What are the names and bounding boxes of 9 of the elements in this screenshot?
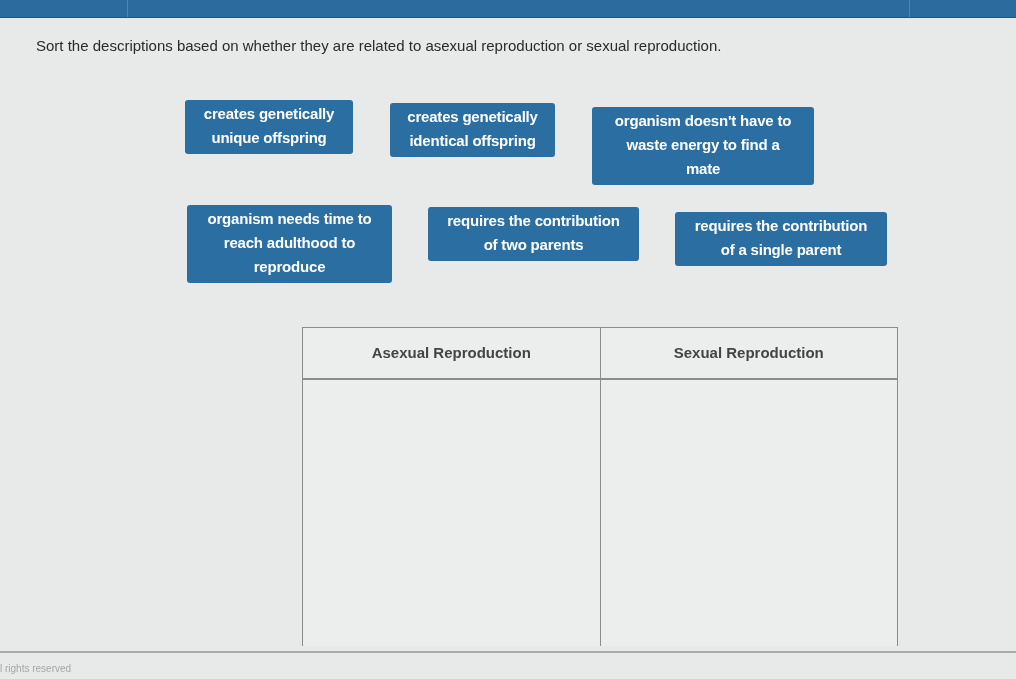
drag-tile[interactable]: organism needs time to reach adulthood to reproduce [187, 205, 392, 283]
drag-tile[interactable]: requires the contribution of a single parent [675, 212, 887, 266]
column-header: Asexual Reproduction [303, 328, 601, 378]
drag-tile[interactable]: organism doesn't have to waste energy to find a mate [592, 107, 814, 185]
drag-tile[interactable]: requires the contribution of two parents [428, 207, 639, 261]
drag-tile[interactable]: creates genetically unique offspring [185, 100, 353, 154]
column-header: Sexual Reproduction [672, 343, 825, 363]
instruction-text: Sort the descriptions based on whether they are related to asexual reproduction or sexual reproduction. [36, 37, 722, 55]
drag-tile[interactable]: creates genetically identical offspring [390, 103, 555, 157]
